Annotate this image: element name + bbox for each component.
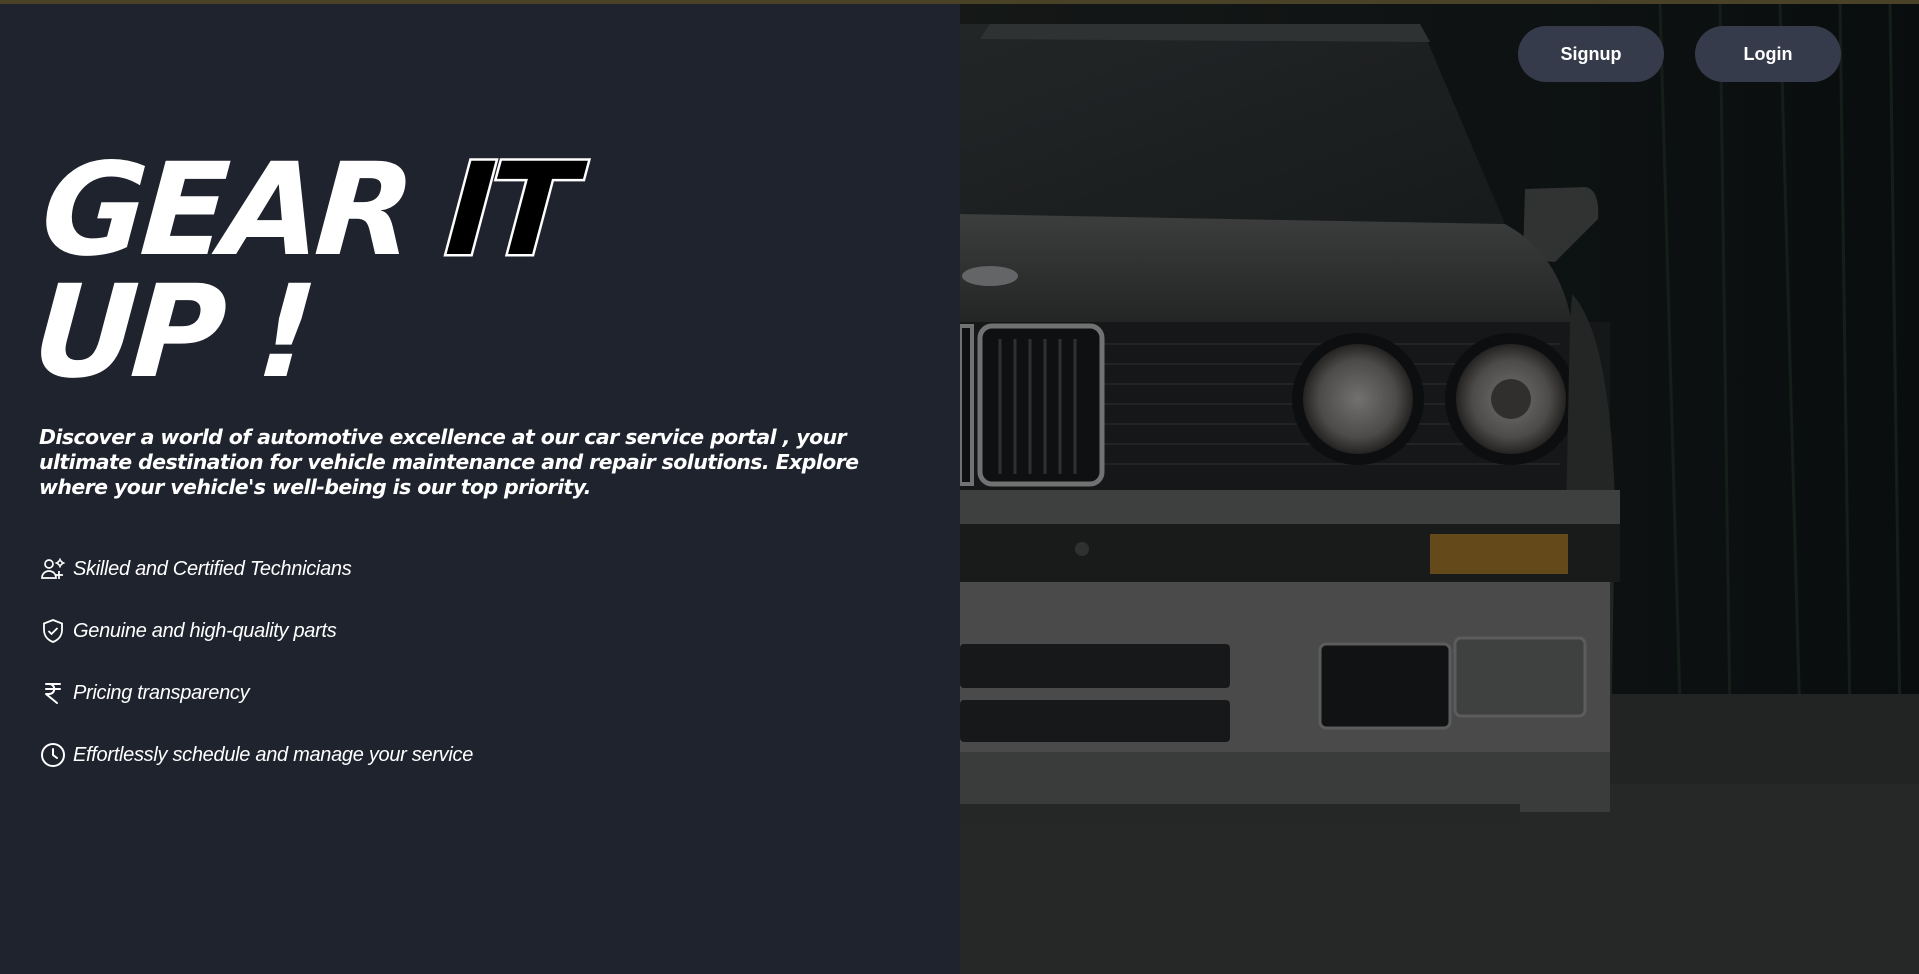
feature-label: Pricing transparency	[73, 681, 250, 704]
hero-title: GEAR IT UP !	[29, 134, 578, 408]
feature-item: Genuine and high-quality parts	[39, 600, 473, 662]
hero-title-word-up: UP !	[28, 258, 316, 407]
hero-car-image	[960, 4, 1919, 974]
hero-title-word-it: IT	[439, 134, 577, 288]
signup-button[interactable]: Signup	[1518, 26, 1664, 82]
feature-label: Skilled and Certified Technicians	[73, 557, 352, 580]
shield-check-icon	[39, 617, 67, 645]
feature-item: Effortlessly schedule and manage your se…	[39, 724, 473, 786]
clock-icon	[39, 741, 67, 769]
login-button[interactable]: Login	[1695, 26, 1841, 82]
feature-item: Skilled and Certified Technicians	[39, 538, 473, 600]
feature-label: Effortlessly schedule and manage your se…	[73, 743, 474, 766]
car-photo	[960, 4, 1919, 974]
rupee-icon	[39, 679, 67, 707]
feature-label: Genuine and high-quality parts	[73, 619, 337, 642]
feature-item: Pricing transparency	[39, 662, 473, 724]
technicians-icon	[39, 555, 67, 583]
feature-list: Skilled and Certified Technicians Genuin…	[39, 538, 473, 786]
hero-tagline: Discover a world of automotive excellenc…	[39, 425, 859, 499]
